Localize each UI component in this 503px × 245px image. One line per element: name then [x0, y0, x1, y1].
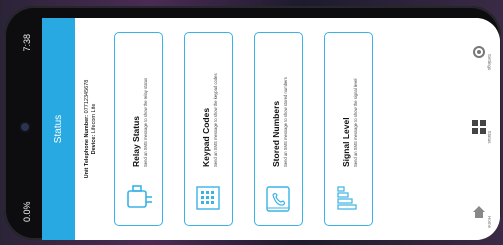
clock: 7:38	[22, 34, 32, 52]
app-screen: Status Unit Telephone Number: 0771234567…	[42, 18, 500, 240]
unit-info: Unit Telephone Number: 07712345678 Devic…	[79, 18, 103, 240]
unit-phone-row: Unit Telephone Number: 07712345678	[84, 80, 91, 179]
keypad-codes-card[interactable]: Keypad Codes Send an SMS message to show…	[184, 32, 233, 226]
nav-home[interactable]: Home	[462, 198, 496, 234]
signal-bars-icon	[337, 186, 357, 210]
phonebook-icon	[266, 186, 290, 212]
stored-numbers-card[interactable]: Stored Numbers Send an SMS message to sh…	[254, 32, 303, 226]
card-description: Send an SMS message to show the relay st…	[143, 77, 148, 167]
battery-status: 0.0%	[22, 201, 32, 222]
card-title: Relay Status	[131, 115, 141, 167]
front-camera	[21, 123, 29, 131]
card-description: Send an SMS message to show the keypad c…	[213, 73, 218, 167]
app-header: Status	[42, 18, 75, 240]
unit-device-value: Lifecom Lite	[91, 103, 97, 134]
card-title: Stored Numbers	[271, 100, 281, 167]
relay-status-card[interactable]: Relay Status Send an SMS message to show…	[114, 32, 163, 226]
card-title: Signal Level	[341, 117, 351, 167]
nav-settings[interactable]: Settings	[462, 38, 496, 74]
signal-level-card[interactable]: Signal Level Send an SMS message to show…	[324, 32, 373, 226]
nav-status[interactable]: Status	[462, 113, 496, 149]
phone-frame: 0.0% 7:38 Status Unit Telephone Number: …	[4, 6, 501, 240]
plug-icon	[127, 185, 152, 208]
card-description: Send an SMS message to show the signal l…	[353, 78, 358, 167]
bottom-navigation: Settings Status Home	[458, 18, 500, 240]
nav-home-label: Home	[487, 215, 492, 228]
keypad-building-icon	[196, 186, 220, 210]
unit-phone-value: 07712345678	[84, 79, 91, 114]
card-description: Send an SMS message to show stored numbe…	[283, 77, 288, 167]
card-title: Keypad Codes	[201, 107, 211, 167]
unit-device-label: Device:	[91, 134, 97, 155]
nav-settings-label: Settings	[487, 53, 492, 71]
unit-device-row: Device: Lifecom Lite	[91, 104, 98, 155]
page-title: Status	[53, 114, 64, 144]
nav-status-label: Status	[487, 130, 492, 144]
unit-phone-label: Unit Telephone Number:	[84, 114, 91, 179]
